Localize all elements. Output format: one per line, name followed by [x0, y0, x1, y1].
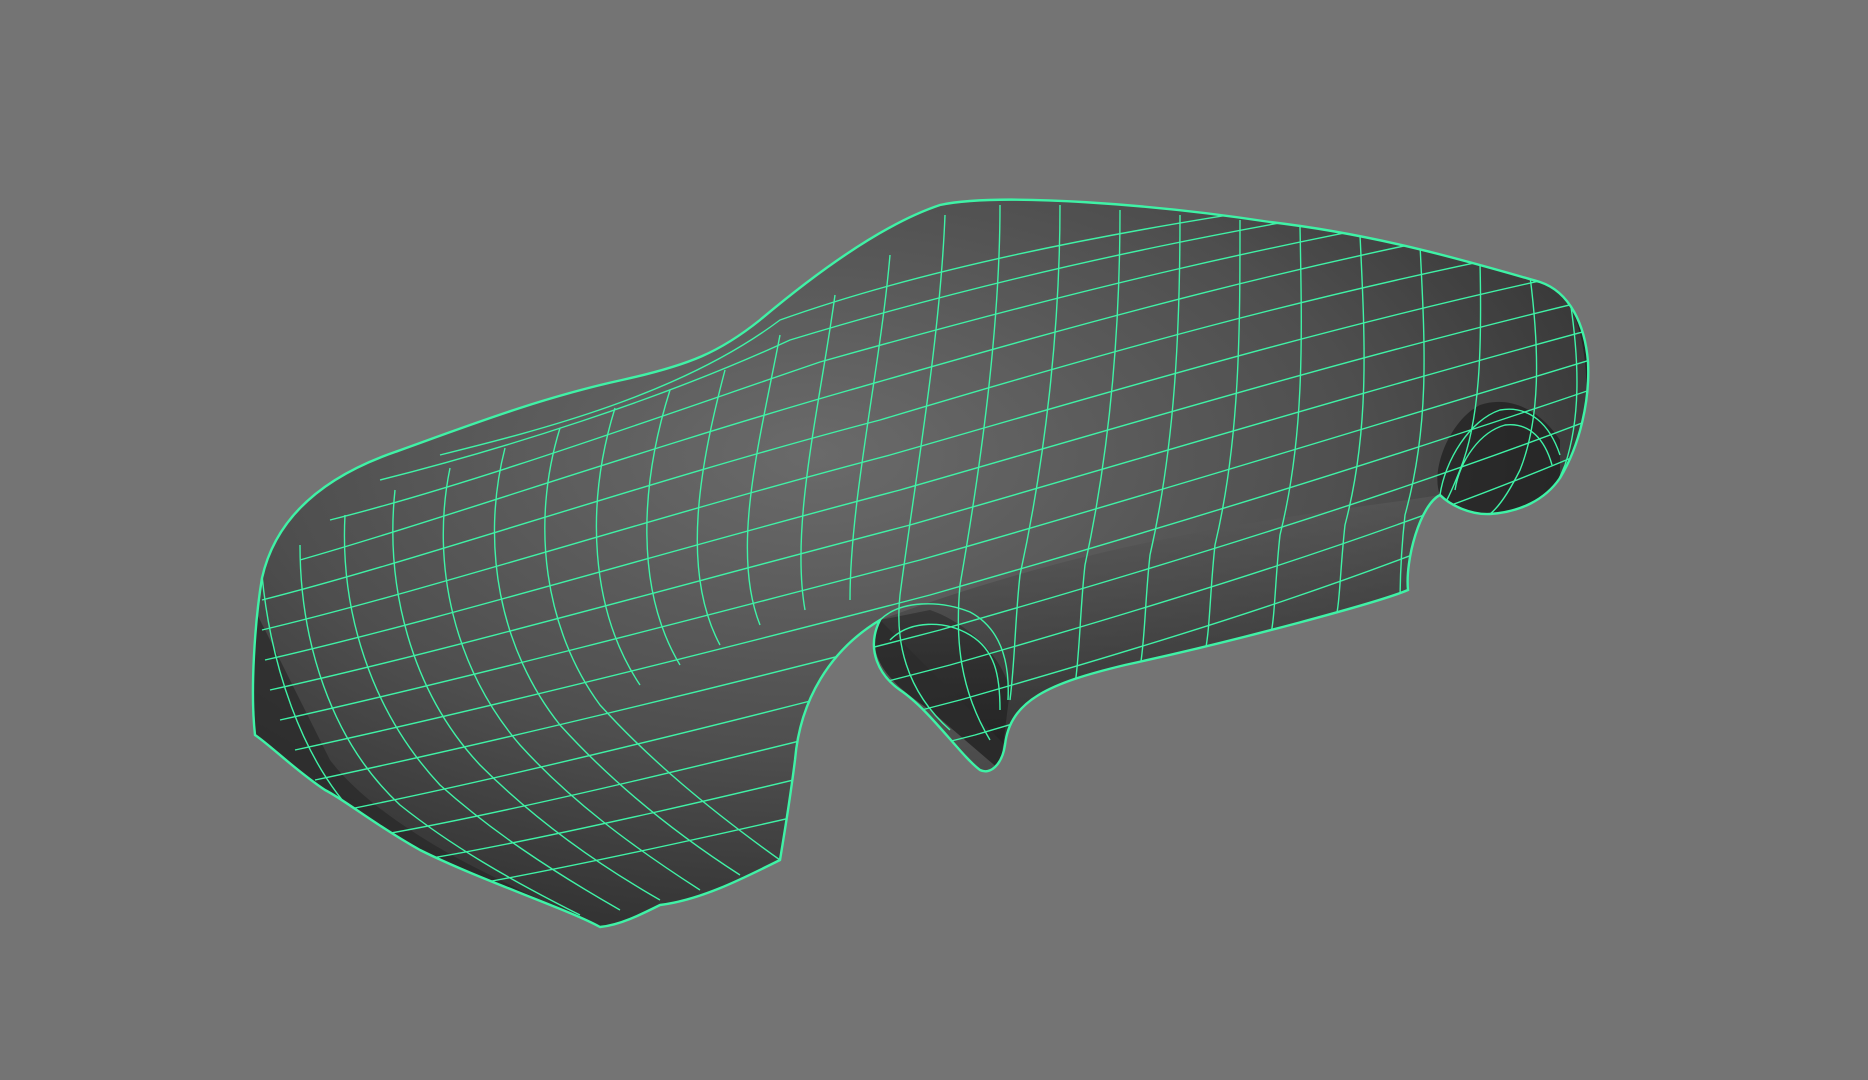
- car-mesh[interactable]: [250, 165, 1590, 930]
- 3d-viewport[interactable]: [0, 0, 1868, 1080]
- viewport-canvas[interactable]: [0, 0, 1868, 1080]
